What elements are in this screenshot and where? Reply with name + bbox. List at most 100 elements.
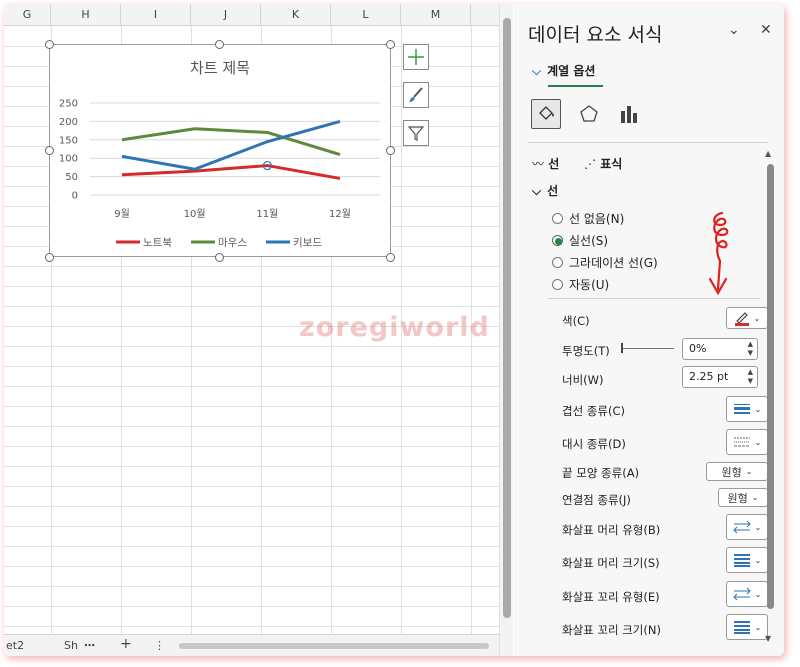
vertical-scrollbar-thumb[interactable]: [503, 18, 511, 618]
chart-filters-button[interactable]: [403, 120, 429, 146]
column-header-m[interactable]: M: [401, 4, 471, 26]
compound-type-dropdown[interactable]: ⌄: [726, 396, 768, 422]
slider-thumb[interactable]: [621, 343, 623, 353]
chevron-down-icon: ⌄: [754, 404, 762, 414]
x-tick-label: 9월: [114, 208, 130, 220]
arrows-icon: [732, 587, 751, 601]
series-options-category-button[interactable]: [614, 99, 644, 129]
legend-label: 키보드: [293, 237, 322, 249]
pentagon-icon: [580, 105, 598, 122]
spin-arrows-icon[interactable]: ▲ ▼: [748, 368, 753, 386]
transparency-slider[interactable]: [622, 348, 674, 349]
radio-button[interactable]: [552, 235, 563, 246]
resize-handle-bl[interactable]: [45, 253, 54, 262]
subtab-line[interactable]: 〰 선: [532, 155, 559, 172]
chevron-down-icon: ⌄: [753, 313, 761, 323]
begin-arrow-type-label: 화살표 머리 유형(B): [562, 523, 661, 537]
chevron-down-icon: ⌵: [532, 64, 542, 78]
radio-button[interactable]: [552, 257, 563, 268]
grid-row-line: [4, 346, 499, 347]
begin-arrow-type-dropdown[interactable]: ⌄: [726, 514, 768, 540]
resize-handle-br[interactable]: [386, 253, 395, 262]
y-tick-label: 200: [59, 117, 78, 128]
series-line[interactable]: [121, 127, 341, 156]
column-header-i[interactable]: I: [121, 4, 191, 26]
column-header-j[interactable]: J: [191, 4, 261, 26]
chevron-down-icon[interactable]: ⌄: [728, 22, 740, 38]
column-header-g[interactable]: G: [4, 4, 51, 26]
scroll-down-icon[interactable]: ▼: [765, 634, 771, 643]
end-arrow-size-dropdown[interactable]: ⌄: [726, 614, 768, 640]
compound-lines-icon: [733, 404, 750, 414]
chevron-down-icon: ⌄: [745, 467, 753, 476]
chevron-down-icon: ⌵: [532, 184, 542, 198]
chevron-down-icon: ⌄: [754, 589, 762, 599]
begin-arrow-size-dropdown[interactable]: ⌄: [726, 547, 768, 573]
sheet-tab[interactable]: Sh: [64, 639, 78, 652]
resize-handle-tr[interactable]: [386, 40, 395, 49]
chart-styles-button[interactable]: [403, 82, 429, 108]
effects-category-button[interactable]: [574, 99, 604, 129]
radio-solid-line[interactable]: 실선(S): [552, 232, 608, 249]
resize-handle-t[interactable]: [215, 40, 224, 49]
transparency-label: 투명도(T): [562, 344, 610, 358]
chart-plot[interactable]: 250 200 150 100 50 0 9월 10월 11월 12월노트북 마우스 키보드: [50, 45, 392, 258]
chevron-down-icon: ⌄: [754, 437, 762, 447]
radio-button[interactable]: [552, 213, 563, 224]
section-line-header[interactable]: ⌵ 선: [532, 182, 558, 199]
tab-series-options[interactable]: ⌵ 계열 옵션: [532, 62, 595, 79]
column-headers: G H I J K L M: [4, 4, 499, 26]
grid-row-line: [4, 466, 499, 467]
resize-handle-r[interactable]: [386, 146, 395, 155]
legend-label: 노트북: [143, 237, 172, 249]
color-dropdown[interactable]: ⌄: [726, 307, 768, 329]
chevron-down-icon: ⌄: [751, 493, 759, 502]
spin-arrows-icon[interactable]: ▲ ▼: [748, 340, 753, 358]
column-header-l[interactable]: L: [331, 4, 401, 26]
add-sheet-button[interactable]: +: [120, 636, 132, 652]
subtab-marker[interactable]: ⋰ 표식: [584, 155, 622, 172]
radio-gradient-line[interactable]: 그라데이션 선(G): [552, 254, 658, 271]
cap-type-label: 끝 모양 종류(A): [562, 466, 640, 480]
divider: [548, 298, 760, 299]
grid-row-line: [4, 486, 499, 487]
grid-row-line: [4, 586, 499, 587]
dash-type-dropdown[interactable]: ⌄: [726, 429, 768, 455]
radio-automatic[interactable]: 자동(U): [552, 276, 609, 293]
radio-no-line[interactable]: 선 없음(N): [552, 210, 624, 227]
width-input[interactable]: 2.25 pt ▲ ▼: [682, 366, 758, 388]
resize-handle-b[interactable]: [215, 253, 224, 262]
line-chart[interactable]: 차트 제목 250 200 150 100 50 0 9월 10월 11월 12월 노트북 마우스 키보…: [49, 44, 391, 257]
grid-row-line: [4, 386, 499, 387]
transparency-input[interactable]: 0% ▲ ▼: [682, 338, 758, 360]
size-lines-icon: [733, 554, 750, 567]
width-label: 너비(W): [562, 373, 604, 387]
more-sheets-icon[interactable]: ⋯: [84, 639, 95, 652]
scroll-up-icon[interactable]: ▲: [765, 149, 771, 158]
grid-row-line: [4, 286, 499, 287]
vertical-scrollbar[interactable]: [499, 4, 513, 656]
pane-scrollbar[interactable]: ▲ ▼: [764, 149, 776, 649]
resize-handle-tl[interactable]: [45, 40, 54, 49]
resize-handle-l[interactable]: [45, 146, 54, 155]
grid-row-line: [4, 366, 499, 367]
grid-row-line: [4, 406, 499, 407]
column-header-k[interactable]: K: [261, 4, 331, 26]
fill-line-category-button[interactable]: [531, 99, 561, 129]
line-icon: 〰: [532, 157, 545, 171]
radio-button[interactable]: [552, 279, 563, 290]
pane-scrollbar-thumb[interactable]: [767, 164, 774, 609]
chart-elements-button[interactable]: [403, 44, 429, 70]
y-tick-label: 100: [59, 154, 78, 165]
sheet-tab[interactable]: et2: [6, 639, 24, 652]
tab-underline: [548, 85, 603, 87]
join-type-dropdown[interactable]: 원형 ⌄: [718, 488, 768, 507]
x-tick-label: 11월: [256, 208, 278, 220]
sheet-menu-icon[interactable]: ⋮: [154, 639, 165, 652]
close-icon[interactable]: ✕: [760, 22, 772, 38]
end-arrow-type-dropdown[interactable]: ⌄: [726, 581, 768, 607]
horizontal-scrollbar[interactable]: [179, 643, 489, 649]
column-header-h[interactable]: H: [51, 4, 121, 26]
cap-type-dropdown[interactable]: 원형 ⌄: [706, 462, 768, 481]
marker-line-icon: ⋰: [584, 157, 596, 171]
